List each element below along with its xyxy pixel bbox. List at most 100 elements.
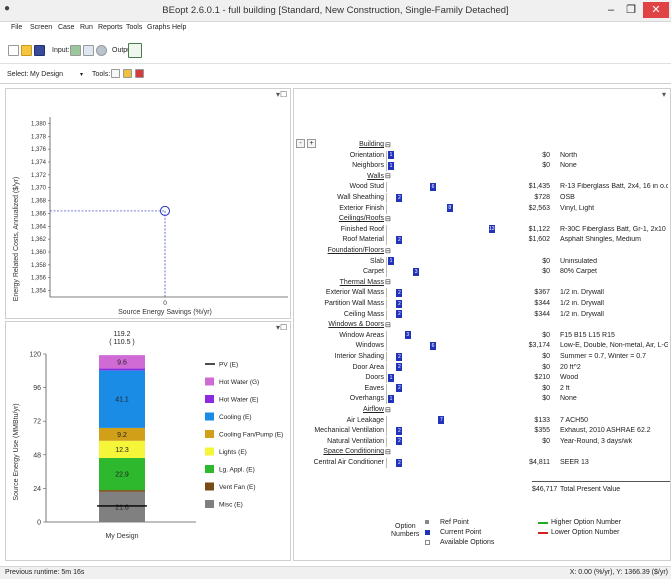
option-number-box[interactable]: 13 bbox=[488, 225, 495, 234]
option-number-box[interactable]: 7 bbox=[438, 416, 445, 425]
collapse-group-icon[interactable]: ⊟ bbox=[385, 321, 391, 329]
option-cost: $0 bbox=[542, 384, 550, 392]
option-number-box[interactable]: 2 bbox=[396, 310, 403, 319]
option-track bbox=[386, 203, 387, 214]
menu-run[interactable]: Run bbox=[80, 24, 93, 31]
save-icon[interactable] bbox=[34, 45, 45, 56]
option-track bbox=[386, 161, 387, 172]
total-label: Total Present Value bbox=[560, 486, 621, 493]
option-group-header[interactable]: Airflow bbox=[294, 406, 384, 413]
option-group-header[interactable]: Foundation/Floors bbox=[294, 247, 384, 254]
option-group-header[interactable]: Walls bbox=[294, 173, 384, 180]
run-icon[interactable] bbox=[96, 45, 107, 56]
option-number-box[interactable]: 2 bbox=[396, 363, 403, 372]
menu-help[interactable]: Help bbox=[172, 24, 186, 31]
option-description: R-13 Fiberglass Batt, 2x4, 16 in o.c. bbox=[560, 183, 668, 191]
menu-graphs[interactable]: Graphs bbox=[147, 24, 170, 31]
option-cost: $344 bbox=[534, 310, 550, 318]
cost-ytick-label: 1,368 bbox=[31, 199, 47, 205]
option-number-box[interactable]: 2 bbox=[396, 426, 403, 435]
option-label: Overhangs bbox=[349, 395, 384, 403]
cost-savings-chart: Energy Related Costs, Annualized ($/yr) … bbox=[13, 117, 288, 316]
cost-ytick-label: 1,362 bbox=[31, 237, 47, 243]
menu-screen[interactable]: Screen bbox=[30, 24, 52, 31]
option-number-box[interactable]: 1 bbox=[388, 257, 394, 266]
option-label: Roof Material bbox=[342, 236, 384, 244]
option-number-box[interactable]: 2 bbox=[396, 437, 403, 446]
collapse-group-icon[interactable]: ⊟ bbox=[385, 406, 391, 414]
available-options-swatch bbox=[425, 540, 430, 545]
option-number-box[interactable]: 2 bbox=[396, 193, 403, 202]
option-label: Central Air Conditioner bbox=[313, 459, 384, 466]
delete-tool-icon[interactable] bbox=[135, 69, 144, 78]
collapse-group-icon[interactable]: ⊟ bbox=[385, 141, 391, 149]
close-button[interactable]: ✕ bbox=[643, 2, 669, 18]
option-number-box[interactable]: 2 bbox=[396, 352, 403, 361]
option-number-box[interactable]: 6 bbox=[430, 182, 436, 191]
window-title: BEopt 2.6.0.1 - full building [Standard,… bbox=[162, 5, 509, 16]
option-number-box[interactable]: 3 bbox=[413, 267, 420, 276]
design-select[interactable]: My Design bbox=[30, 71, 63, 78]
option-track bbox=[386, 288, 387, 299]
option-track bbox=[386, 330, 387, 341]
option-number-box[interactable]: 6 bbox=[430, 341, 436, 350]
option-number-box[interactable]: 3 bbox=[404, 331, 411, 340]
menu-reports[interactable]: Reports bbox=[98, 24, 123, 31]
option-cost: $344 bbox=[534, 300, 550, 307]
option-number-box[interactable]: 2 bbox=[396, 458, 403, 467]
minimize-button[interactable]: – bbox=[602, 2, 620, 18]
total-divider bbox=[532, 481, 670, 482]
option-track bbox=[386, 309, 387, 320]
paint-tool-icon[interactable] bbox=[123, 69, 132, 78]
option-group-header[interactable]: Building bbox=[294, 141, 384, 148]
option-description: Asphalt Shingles, Medium bbox=[560, 236, 641, 244]
option-label: Wall Sheathing bbox=[337, 194, 384, 201]
legend-label: Cooling Fan/Pump (E) bbox=[219, 432, 283, 439]
coords-status: X: 0.00 (%/yr), Y: 1366.39 ($/yr) bbox=[569, 569, 668, 576]
option-number-box[interactable]: 1 bbox=[388, 161, 394, 170]
option-number-box[interactable]: 1 bbox=[388, 373, 394, 382]
option-group-header[interactable]: Space Conditioning bbox=[294, 448, 384, 455]
energy-chart-yticks: 120 96 72 48 24 0 bbox=[29, 352, 46, 527]
pane-maximize-icon[interactable]: ▾ bbox=[662, 90, 666, 99]
menu-file[interactable]: File bbox=[11, 24, 22, 31]
new-file-icon[interactable] bbox=[8, 45, 19, 56]
option-track bbox=[386, 426, 387, 437]
input-options-icon[interactable] bbox=[83, 45, 94, 56]
open-folder-icon[interactable] bbox=[21, 45, 32, 56]
toolbar: Input: Output: bbox=[0, 40, 671, 64]
collapse-group-icon[interactable]: ⊟ bbox=[385, 278, 391, 286]
legend-label: Lg. Appl. (E) bbox=[219, 467, 255, 474]
option-track bbox=[386, 299, 387, 309]
legend-swatch bbox=[205, 412, 214, 421]
option-number-box[interactable]: 1 bbox=[388, 151, 394, 160]
option-group-header[interactable]: Thermal Mass bbox=[294, 279, 384, 286]
ref-point-label: Ref Point bbox=[440, 519, 469, 526]
output-chart-icon[interactable] bbox=[128, 43, 142, 58]
option-number-box[interactable]: 2 bbox=[396, 384, 403, 393]
collapse-group-icon[interactable]: ⊟ bbox=[385, 448, 391, 456]
options-pane: ▾ - + ⊟ Building Orientation 1 $0 North Neighb… bbox=[293, 88, 671, 561]
option-number-box[interactable]: 2 bbox=[396, 288, 403, 297]
energy-bar-segment bbox=[99, 490, 145, 492]
cost-chart-xlabel: Source Energy Savings (%/yr) bbox=[118, 309, 212, 316]
option-cost: $2,563 bbox=[528, 204, 550, 212]
legend-swatch bbox=[205, 465, 214, 473]
option-number-box[interactable]: 8 bbox=[446, 204, 453, 213]
collapse-group-icon[interactable]: ⊟ bbox=[385, 172, 391, 180]
menu-tools[interactable]: Tools bbox=[126, 24, 142, 31]
input-building-icon[interactable] bbox=[70, 45, 81, 56]
option-number-box[interactable]: 2 bbox=[396, 235, 403, 244]
option-group-header[interactable]: Ceilings/Roofs bbox=[294, 215, 384, 222]
legend-label: Misc (E) bbox=[219, 502, 243, 509]
collapse-group-icon[interactable]: ⊟ bbox=[385, 215, 391, 223]
collapse-group-icon[interactable]: ⊟ bbox=[385, 247, 391, 255]
option-group-header[interactable]: Windows & Doors bbox=[294, 321, 384, 328]
option-number-box[interactable]: 1 bbox=[388, 394, 394, 403]
option-number-box[interactable]: 2 bbox=[396, 299, 403, 308]
maximize-button[interactable]: ❐ bbox=[622, 2, 640, 18]
chevron-down-icon[interactable]: ▾ bbox=[80, 71, 83, 78]
select-tool-icon[interactable] bbox=[111, 69, 120, 78]
menu-case[interactable]: Case bbox=[58, 24, 74, 31]
select-bar: Select: My Design ▾ Tools: bbox=[0, 66, 671, 84]
